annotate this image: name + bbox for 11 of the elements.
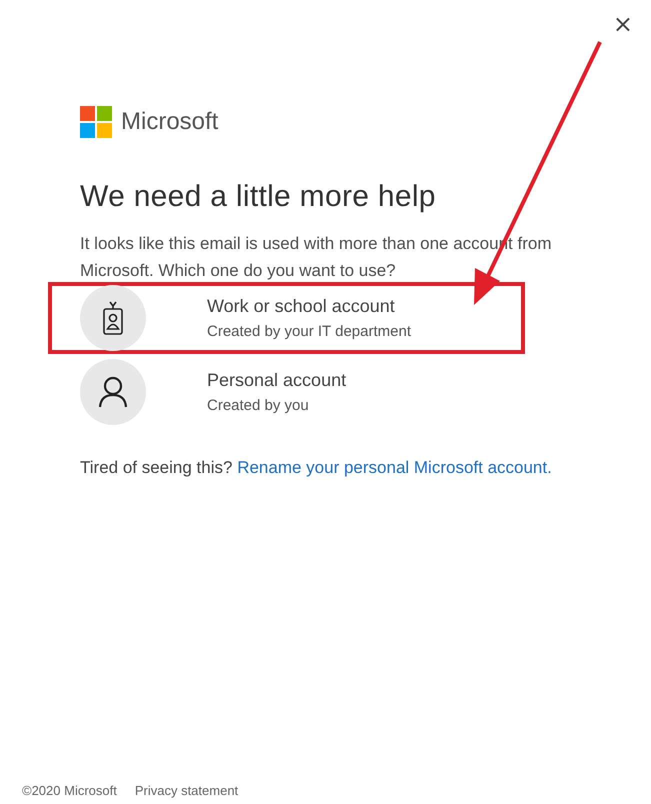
logo-icon — [80, 106, 112, 138]
close-button[interactable]: × — [608, 10, 637, 38]
page-title: We need a little more help — [80, 180, 437, 214]
copyright-text: ©2020 Microsoft — [22, 783, 117, 798]
privacy-link[interactable]: Privacy statement — [134, 783, 238, 798]
id-badge-icon — [102, 301, 124, 335]
brand-name: Microsoft — [121, 108, 218, 136]
account-option[interactable]: Work or school account Created by your IT department — [48, 282, 525, 354]
hint-text: Tired of seeing this? Rename your personal Microsoft account. — [80, 457, 553, 479]
person-icon — [98, 376, 128, 408]
rename-link[interactable]: Rename your personal Microsoft account. — [237, 458, 552, 477]
